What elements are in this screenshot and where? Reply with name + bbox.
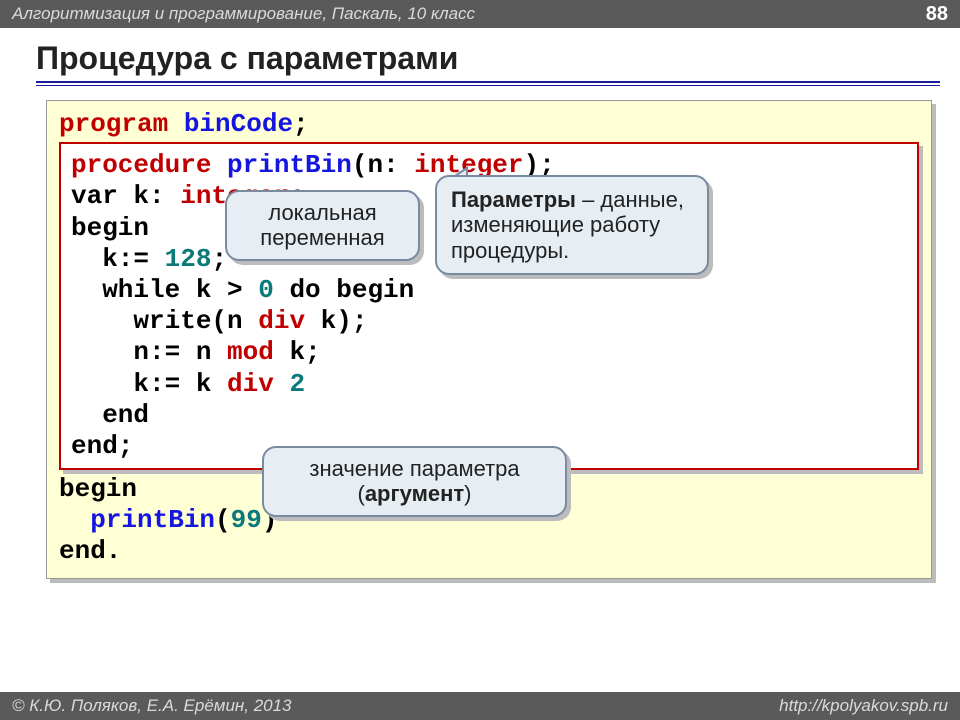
course-title: Алгоритмизация и программирование, Паска… bbox=[12, 4, 475, 24]
callout-argument: значение параметра (аргумент) bbox=[262, 446, 567, 517]
footer-bar: © К.Ю. Поляков, Е.А. Ерёмин, 2013 http:/… bbox=[0, 692, 960, 720]
program-line: program binCode; bbox=[59, 109, 919, 140]
footer-url: http://kpolyakov.spb.ru bbox=[779, 696, 948, 716]
div2-line: k:= k div 2 bbox=[71, 369, 907, 400]
while-line: while k > 0 do begin bbox=[71, 275, 907, 306]
header-bar: Алгоритмизация и программирование, Паска… bbox=[0, 0, 960, 28]
title-underline bbox=[36, 81, 940, 86]
write-line: write(n div k); bbox=[71, 306, 907, 337]
slide-title: Процедура с параметрами bbox=[36, 40, 940, 77]
callout-local-variable: локальная переменная bbox=[225, 190, 420, 261]
copyright: © К.Ю. Поляков, Е.А. Ерёмин, 2013 bbox=[12, 696, 292, 716]
page-number: 88 bbox=[926, 3, 948, 26]
main-end-line: end. bbox=[59, 536, 919, 567]
callout-parameters: Параметры – данные, изменяющие работу пр… bbox=[435, 175, 709, 275]
end-inner-line: end bbox=[71, 400, 907, 431]
mod-line: n:= n mod k; bbox=[71, 337, 907, 368]
